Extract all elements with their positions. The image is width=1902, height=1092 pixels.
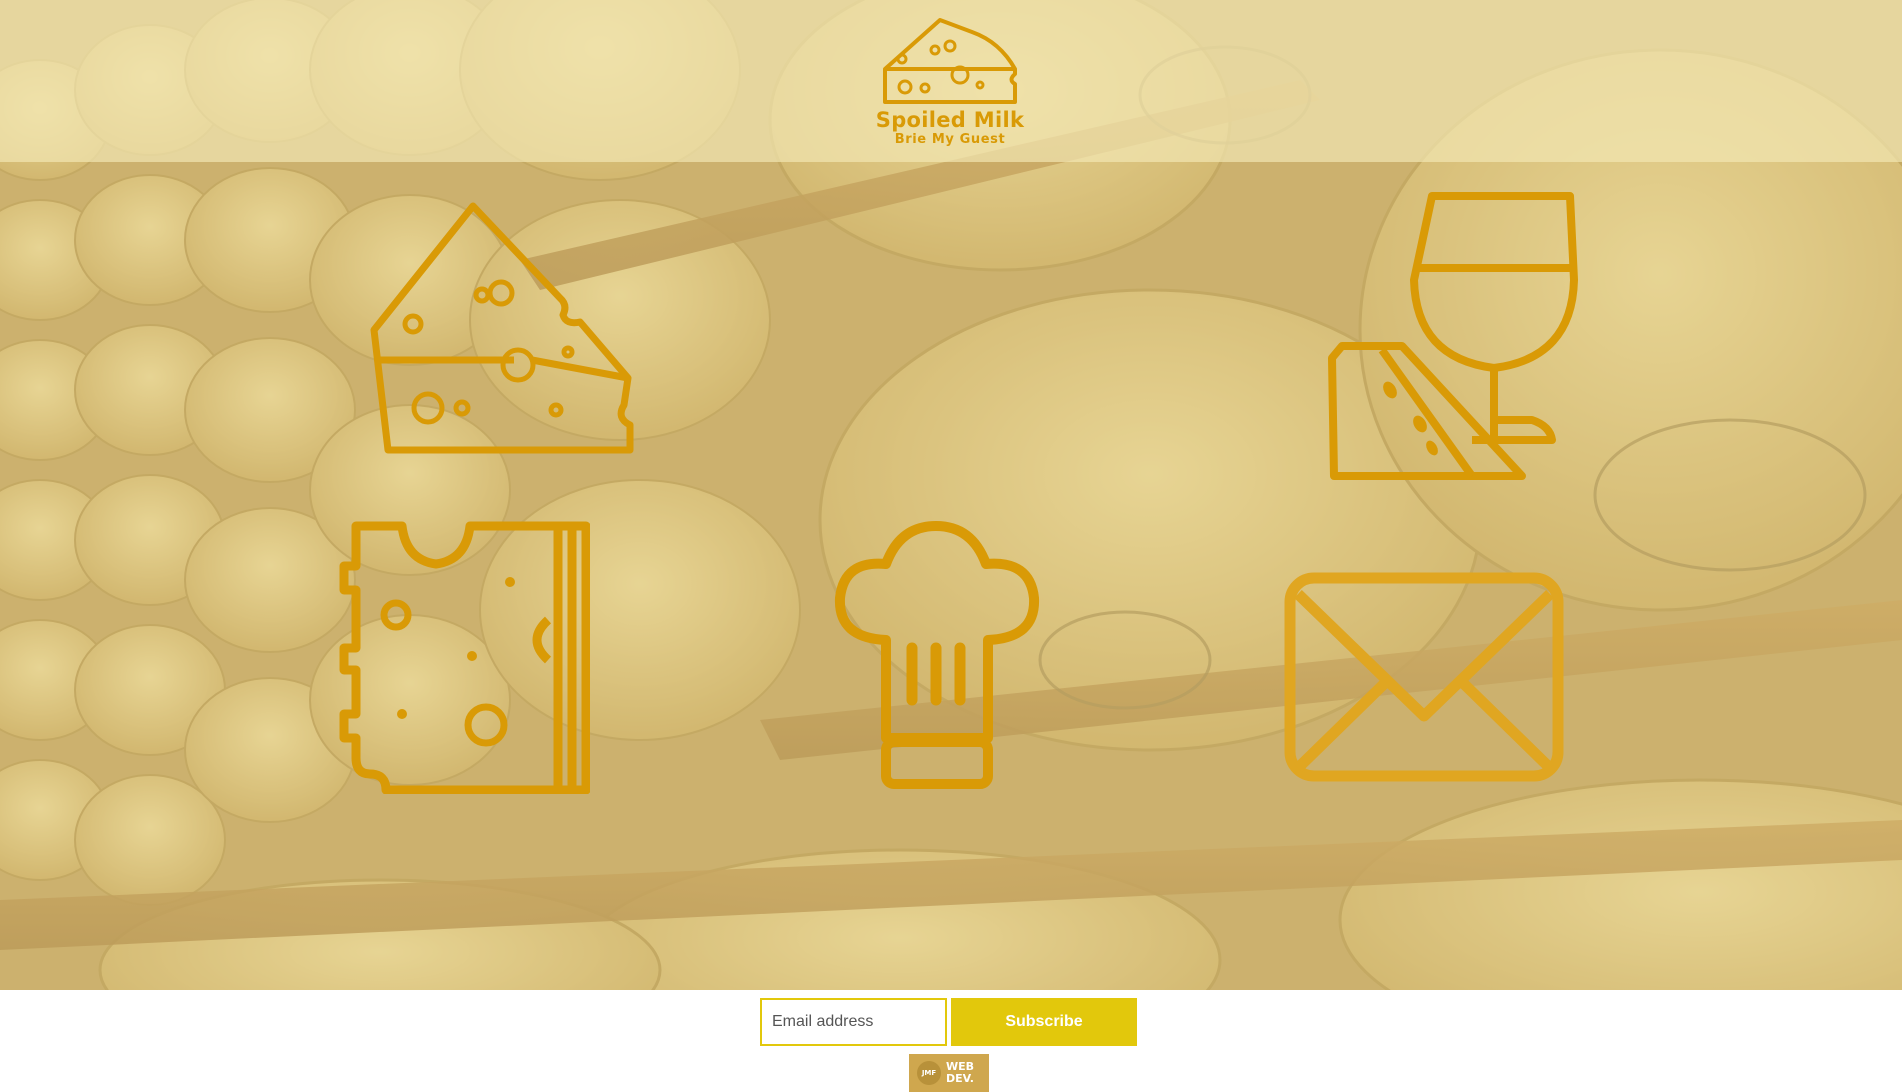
hero-section: Spoiled Milk Brie My Guest (0, 0, 1902, 990)
cheese-wedge-icon[interactable] (368, 200, 634, 458)
cheese-block-icon[interactable] (336, 520, 590, 794)
wine-and-cheese-icon[interactable] (1322, 190, 1578, 482)
footer: Subscribe JMF WEB DEV. (0, 990, 1902, 1092)
subscribe-button[interactable]: Subscribe (951, 998, 1137, 1046)
chef-hat-icon[interactable] (830, 520, 1044, 794)
envelope-icon[interactable] (1282, 570, 1566, 784)
newsletter-form: Subscribe (760, 998, 1137, 1046)
badge-text: WEB DEV. (946, 1060, 975, 1085)
page: Spoiled Milk Brie My Guest Email address… (0, 0, 1902, 1092)
web-dev-badge[interactable]: JMF WEB DEV. (909, 1054, 989, 1092)
brand-name: Spoiled Milk (875, 108, 1025, 132)
email-field[interactable] (760, 998, 947, 1046)
brand-logo[interactable]: Spoiled Milk Brie My Guest (860, 14, 1040, 162)
cheese-logo-icon (883, 18, 1017, 104)
badge-logo-icon: JMF (917, 1061, 941, 1085)
brand-tagline: Brie My Guest (894, 132, 1006, 147)
